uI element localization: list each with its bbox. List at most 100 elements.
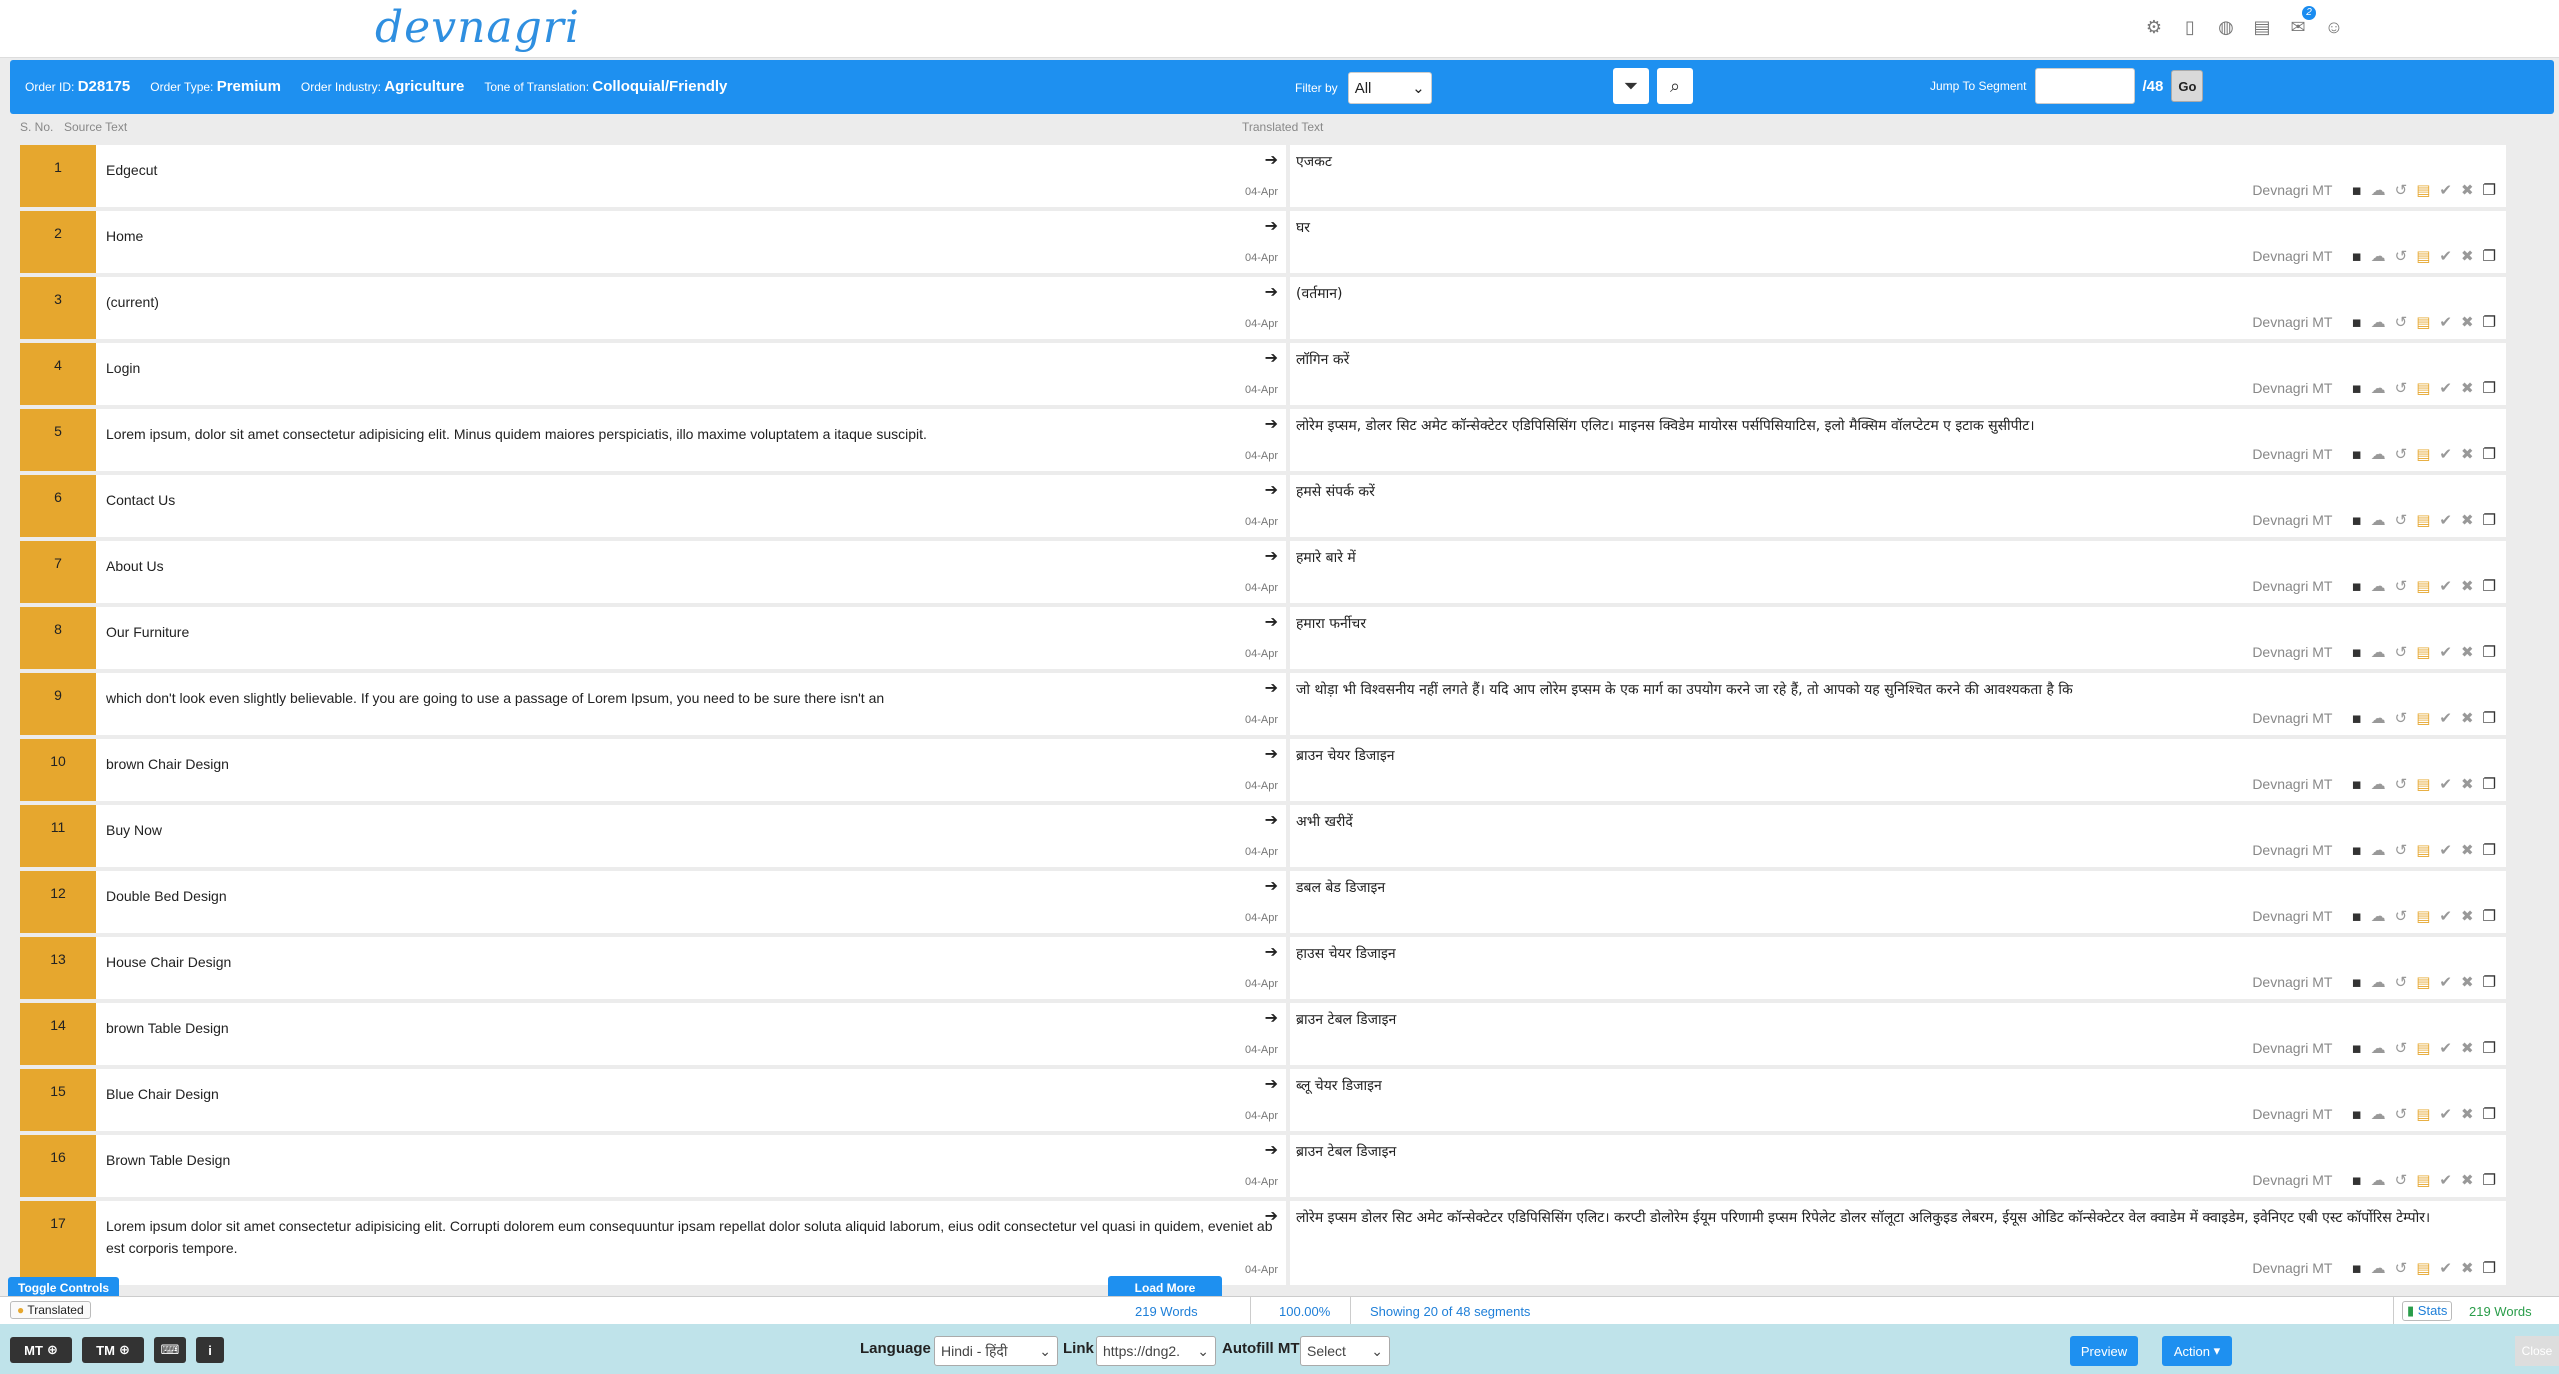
notes-icon[interactable]: ▤ [2416,1037,2430,1059]
mt-suggestion-icon[interactable]: ☁ [2371,1037,2386,1059]
reject-icon[interactable]: ✖ [2461,1037,2474,1059]
notes-icon[interactable]: ▤ [2416,1103,2430,1125]
target-cell[interactable]: घर Devnagri MT ▪ ☁ ↺ ▤ ✔ ✖ ❐ [1290,211,2506,273]
target-cell[interactable]: ब्राउन टेबल डिजाइन Devnagri MT ▪ ☁ ↺ ▤ ✔ ✖ ❐ [1290,1003,2506,1065]
target-text[interactable]: जो थोड़ा भी विश्वसनीय नहीं लगते हैं। यदि… [1296,682,2073,698]
go-button[interactable]: Go [2171,70,2204,102]
copy-icon[interactable]: ❐ [2483,905,2496,927]
target-cell[interactable]: ब्राउन टेबल डिजाइन Devnagri MT ▪ ☁ ↺ ▤ ✔ ✖ ❐ [1290,1135,2506,1197]
copy-source-arrow-icon[interactable]: ➔ [1265,216,1278,238]
copy-icon[interactable]: ❐ [2483,311,2496,333]
approve-icon[interactable]: ✔ [2439,179,2452,201]
copy-icon[interactable]: ❐ [2483,1037,2496,1059]
history-icon[interactable]: ↺ [2395,1169,2408,1191]
link-select[interactable]: https://dng2. ⌄ [1096,1336,1216,1366]
action-button[interactable]: Action ▾ [2162,1336,2232,1366]
reject-icon[interactable]: ✖ [2461,641,2474,663]
translate-network-icon[interactable]: ⚙ [2144,16,2164,38]
history-icon[interactable]: ↺ [2395,1257,2408,1279]
copy-source-arrow-icon[interactable]: ➔ [1265,414,1278,436]
copy-source-arrow-icon[interactable]: ➔ [1265,1074,1278,1096]
target-text[interactable]: अभी खरीदें [1296,814,1353,830]
mt-suggestion-icon[interactable]: ☁ [2371,1103,2386,1125]
find-replace-button[interactable]: ⌕ [1657,68,1693,104]
copy-icon[interactable]: ❐ [2483,1257,2496,1279]
copy-icon[interactable]: ❐ [2483,1169,2496,1191]
copy-source-arrow-icon[interactable]: ➔ [1265,348,1278,370]
reject-icon[interactable]: ✖ [2461,311,2474,333]
copy-source-arrow-icon[interactable]: ➔ [1265,1206,1278,1228]
notes-icon[interactable]: ▤ [2416,1169,2430,1191]
reject-icon[interactable]: ✖ [2461,707,2474,729]
language-select[interactable]: Hindi - हिंदी ⌄ [934,1336,1058,1366]
notes-icon[interactable]: ▤ [2416,377,2430,399]
mt-suggestion-icon[interactable]: ☁ [2371,575,2386,597]
target-cell[interactable]: लॉगिन करें Devnagri MT ▪ ☁ ↺ ▤ ✔ ✖ ❐ [1290,343,2506,405]
mt-suggestion-icon[interactable]: ☁ [2371,905,2386,927]
target-text[interactable]: घर [1296,220,1310,236]
copy-source-arrow-icon[interactable]: ➔ [1265,150,1278,172]
reject-icon[interactable]: ✖ [2461,1103,2474,1125]
target-text[interactable]: हमारे बारे में [1296,550,1356,566]
approve-icon[interactable]: ✔ [2439,1037,2452,1059]
reject-icon[interactable]: ✖ [2461,773,2474,795]
save-icon[interactable]: ▪ [2351,509,2361,531]
mail-icon[interactable]: ✉ 2 [2288,6,2316,38]
target-cell[interactable]: एजकट Devnagri MT ▪ ☁ ↺ ▤ ✔ ✖ ❐ [1290,145,2506,207]
mt-suggestion-icon[interactable]: ☁ [2371,839,2386,861]
history-icon[interactable]: ↺ [2395,575,2408,597]
reject-icon[interactable]: ✖ [2461,179,2474,201]
user-icon[interactable]: ☺ [2324,16,2344,38]
target-cell[interactable]: हमसे संपर्क करें Devnagri MT ▪ ☁ ↺ ▤ ✔ ✖ ❐ [1290,475,2506,537]
target-text[interactable]: ब्लू चेयर डिजाइन [1296,1078,1382,1094]
filter-icon-button[interactable]: ⏷ [1613,68,1649,104]
mt-suggestion-icon[interactable]: ☁ [2371,773,2386,795]
save-icon[interactable]: ▪ [2351,179,2361,201]
copy-source-arrow-icon[interactable]: ➔ [1265,612,1278,634]
preview-button[interactable]: Preview [2070,1336,2138,1366]
stats-button[interactable]: ▮ Stats [2402,1301,2453,1321]
approve-icon[interactable]: ✔ [2439,1169,2452,1191]
copy-source-arrow-icon[interactable]: ➔ [1265,942,1278,964]
target-cell[interactable]: हाउस चेयर डिजाइन Devnagri MT ▪ ☁ ↺ ▤ ✔ ✖ ❐ [1290,937,2506,999]
history-icon[interactable]: ↺ [2395,443,2408,465]
approve-icon[interactable]: ✔ [2439,575,2452,597]
notes-icon[interactable]: ▤ [2416,311,2430,333]
copy-source-arrow-icon[interactable]: ➔ [1265,810,1278,832]
target-cell[interactable]: लोरेम इप्सम, डोलर सिट अमेट कॉन्सेक्टेटर … [1290,409,2506,471]
copy-icon[interactable]: ❐ [2483,707,2496,729]
history-icon[interactable]: ↺ [2395,839,2408,861]
save-icon[interactable]: ▪ [2351,971,2361,993]
reject-icon[interactable]: ✖ [2461,575,2474,597]
save-icon[interactable]: ▪ [2351,377,2361,399]
mt-suggestion-icon[interactable]: ☁ [2371,377,2386,399]
approve-icon[interactable]: ✔ [2439,509,2452,531]
target-text[interactable]: लोरेम इप्सम डोलर सिट अमेट कॉन्सेक्टेटर ए… [1296,1210,2430,1226]
target-cell[interactable]: हमारे बारे में Devnagri MT ▪ ☁ ↺ ▤ ✔ ✖ ❐ [1290,541,2506,603]
target-text[interactable]: ब्राउन चेयर डिजाइन [1296,748,1394,764]
target-text[interactable]: ब्राउन टेबल डिजाइन [1296,1144,1396,1160]
target-text[interactable]: हमसे संपर्क करें [1296,484,1375,500]
reject-icon[interactable]: ✖ [2461,443,2474,465]
notes-icon[interactable]: ▤ [2416,245,2430,267]
mobile-icon[interactable]: ▯ [2180,16,2200,38]
target-cell[interactable]: लोरेम इप्सम डोलर सिट अमेट कॉन्सेक्टेटर ए… [1290,1201,2506,1285]
approve-icon[interactable]: ✔ [2439,839,2452,861]
copy-source-arrow-icon[interactable]: ➔ [1265,744,1278,766]
mt-suggestion-icon[interactable]: ☁ [2371,179,2386,201]
save-icon[interactable]: ▪ [2351,1257,2361,1279]
save-icon[interactable]: ▪ [2351,1103,2361,1125]
approve-icon[interactable]: ✔ [2439,443,2452,465]
copy-source-arrow-icon[interactable]: ➔ [1265,1140,1278,1162]
notes-icon[interactable]: ▤ [2416,971,2430,993]
approve-icon[interactable]: ✔ [2439,1257,2452,1279]
mt-suggestion-icon[interactable]: ☁ [2371,509,2386,531]
history-icon[interactable]: ↺ [2395,1103,2408,1125]
reject-icon[interactable]: ✖ [2461,971,2474,993]
approve-icon[interactable]: ✔ [2439,377,2452,399]
approve-icon[interactable]: ✔ [2439,905,2452,927]
mt-suggestion-icon[interactable]: ☁ [2371,971,2386,993]
devnagri-logo[interactable]: devnagri [375,2,580,53]
notes-icon[interactable]: ▤ [2416,1257,2430,1279]
autofill-select[interactable]: Select ⌄ [1300,1336,1390,1366]
